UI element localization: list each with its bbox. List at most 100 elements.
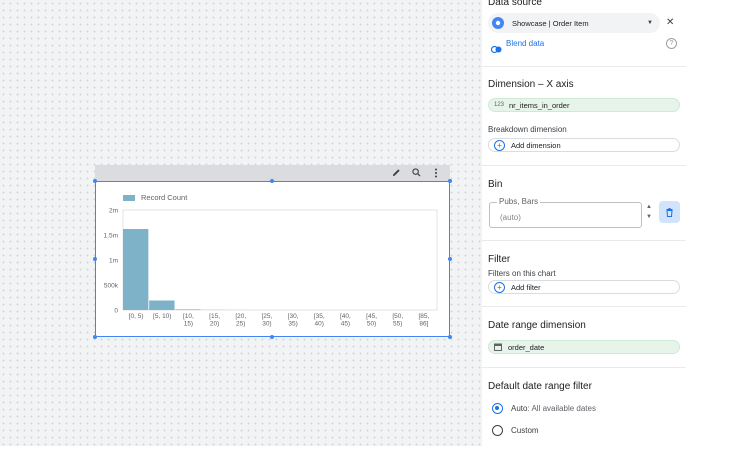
radio-auto-desc: : All available dates [527,404,596,413]
data-source-select[interactable]: Showcase | Order Item ▼ [488,13,660,33]
x-tick-label-line: 30) [262,321,271,328]
delete-bin-button[interactable] [659,201,680,223]
y-tick-label: 0 [114,308,118,315]
data-source-name: Showcase | Order Item [512,18,589,28]
resize-handle[interactable] [270,335,274,339]
x-tick-label-line: 15) [184,321,193,328]
x-tick-label-line: [10, [183,313,194,320]
x-tick-label: [35, 40) [314,313,325,328]
default-date-range-title: Default date range filter [488,381,592,392]
x-tick-label-line: 20) [210,321,219,328]
add-filter-button[interactable]: + Add filter [488,280,680,294]
x-tick-label: [10, 15) [183,313,194,328]
trash-icon [666,207,673,217]
resize-handle[interactable] [448,179,452,183]
resize-handle[interactable] [448,257,452,261]
radio-auto-button[interactable] [492,403,503,414]
resize-handle[interactable] [448,335,452,339]
bar [123,229,149,310]
y-tick-label: 500k [104,283,119,290]
dimension-title: Dimension – X axis [488,79,574,90]
stepper-down-icon[interactable]: ▼ [644,212,654,222]
filter-title: Filter [488,254,511,265]
x-tick-label-line: [0, 5) [129,313,144,320]
add-dimension-button[interactable]: + Add dimension [488,138,680,152]
resize-handle[interactable] [93,179,97,183]
more-vert-icon[interactable] [428,165,444,181]
bin-input-value: (auto) [500,213,521,222]
x-tick-label: [25, 30) [261,313,272,328]
x-tick-label: [45, 50) [366,313,377,328]
divider [482,367,686,368]
plot-frame [122,209,438,311]
pencil-icon[interactable] [388,165,404,181]
dropdown-arrow-icon: ▼ [647,20,653,26]
divider [482,66,686,67]
date-field-chip[interactable]: order_date [488,340,680,354]
x-tick-label: [20, 25) [235,313,246,328]
add-icon: + [494,281,505,293]
x-tick-label-line: [35, [314,313,325,320]
properties-panel: Data source Showcase | Order Item ▼ ✕ Bl… [482,0,686,450]
dimension-field-chip[interactable]: 123 nr_items_in_order [488,98,680,112]
radio-custom[interactable]: Custom [492,425,539,436]
x-tick-label-line: 45) [341,321,350,328]
zoom-icon[interactable] [408,165,424,181]
date-range-dimension-title: Date range dimension [488,320,586,331]
date-field-name: order_date [508,342,545,352]
bin-input[interactable]: Pubs, Bars (auto) [489,197,642,228]
bar [175,309,201,310]
bar-chart[interactable]: Record Count 0 500k 1m 1.5m 2m [0, 5) [5, 10)[… [95,181,450,337]
y-tick-label: 1.5m [104,233,118,240]
x-tick-label-line: 86] [419,321,428,328]
x-tick-label-line: 25) [236,321,245,328]
number-type-icon: 123 [494,102,505,108]
x-tick-label-line: [40, [340,313,351,320]
x-tick-label-line: [30, [288,313,299,320]
divider [482,165,686,166]
x-tick-label: [40, 45) [340,313,351,328]
x-tick-label-line: [5, 10) [153,313,171,320]
x-tick-label-line: [20, [235,313,246,320]
calendar-icon [494,343,502,351]
x-tick-label: [50, 55) [392,313,403,328]
panel-edge [686,0,738,450]
canvas-bottom-strip [0,446,482,450]
filter-sublabel: Filters on this chart [488,269,556,278]
x-tick-label-line: [15, [209,313,220,320]
divider [482,306,686,307]
stepper-up-icon[interactable]: ▲ [644,202,654,212]
resize-handle[interactable] [270,179,274,183]
x-tick-label-line: [25, [261,313,272,320]
x-tick-label: [5, 10) [153,313,171,320]
x-tick-label: [85, 86] [418,313,429,328]
bin-input-label: Pubs, Bars [497,197,541,206]
add-filter-label: Add filter [511,282,541,292]
bar [149,300,175,310]
add-dimension-label: Add dimension [511,140,561,150]
x-tick-label: [15, 20) [209,313,220,328]
breakdown-label: Breakdown dimension [488,125,567,134]
blend-data-link[interactable]: Blend data [506,39,544,48]
help-icon[interactable]: ? [666,38,677,49]
data-source-title: Data source [488,0,542,8]
close-icon[interactable]: ✕ [666,17,674,28]
radio-custom-label: Custom [511,426,539,435]
x-tick-label: [30, 35) [288,313,299,328]
x-tick-label-line: 50) [367,321,376,328]
bin-stepper[interactable]: ▲ ▼ [644,202,654,222]
blend-icon [490,40,502,58]
x-tick-label-line: 35) [288,321,297,328]
chart-plot: 0 500k 1m 1.5m 2m [0, 5) [5, 10) [10, 15) [15, 20)… [104,208,438,328]
x-tick-label-line: [50, [392,313,403,320]
dimension-field-name: nr_items_in_order [509,100,570,110]
radio-custom-button[interactable] [492,425,503,436]
x-tick-label-line: [45, [366,313,377,320]
resize-handle[interactable] [93,257,97,261]
data-source-icon [492,17,504,29]
bin-title: Bin [488,179,503,190]
resize-handle[interactable] [93,335,97,339]
x-tick-label-line: 55) [393,321,402,328]
radio-auto[interactable]: Auto: All available dates [492,403,596,414]
divider [482,240,686,241]
